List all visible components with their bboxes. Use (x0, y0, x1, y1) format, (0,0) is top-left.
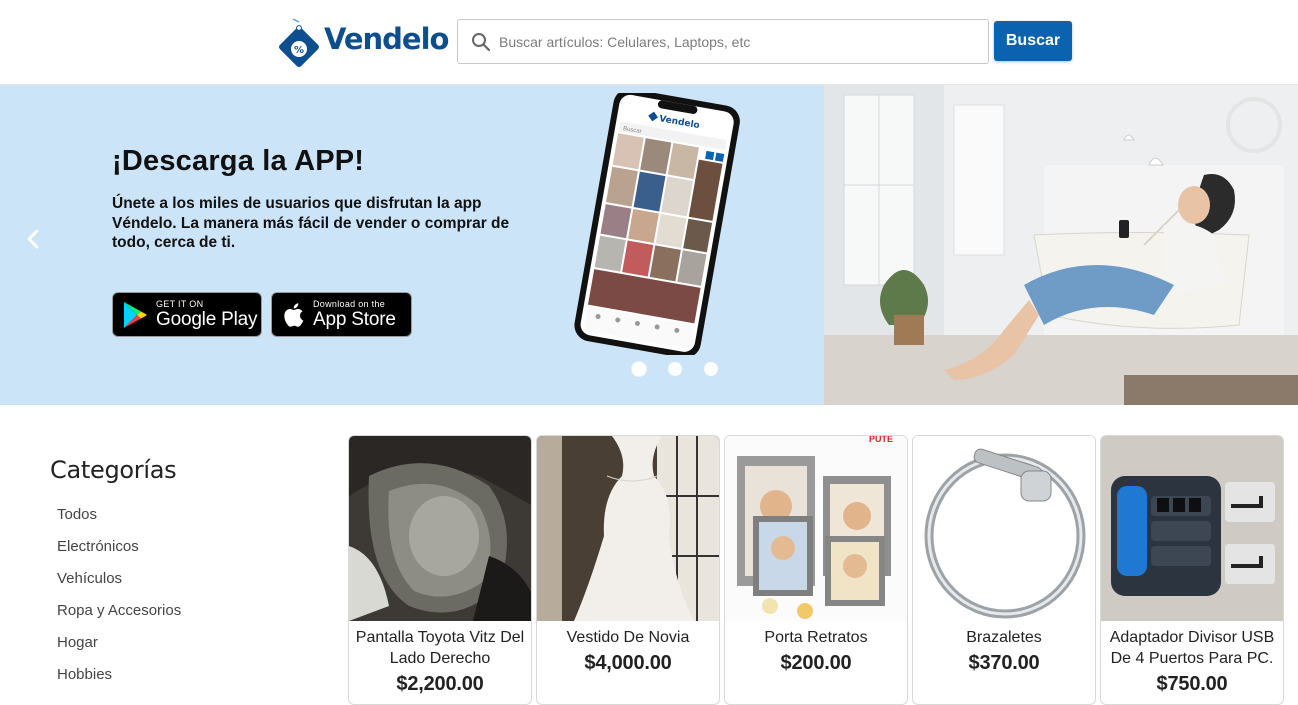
logo[interactable]: % Vendelo (276, 9, 449, 69)
categories-title: Categorías (50, 456, 177, 484)
woman-hammock-photo (824, 85, 1298, 405)
app-store-small: Download on the (313, 299, 386, 309)
product-card[interactable]: Vestido De Novia $4,000.00 (536, 435, 720, 705)
category-hogar[interactable]: Hogar (57, 632, 181, 664)
carousel-dot[interactable] (668, 362, 682, 376)
product-name: Pantalla Toyota Vitz Del Lado Derecho (355, 629, 525, 667)
search-icon (471, 32, 491, 52)
svg-text:PUTE: PUTE (869, 436, 893, 444)
price-tag-icon: % (276, 16, 322, 67)
category-hobbies[interactable]: Hobbies (57, 664, 181, 696)
product-image-photo-frames: PUTE (725, 436, 907, 621)
product-name: Vestido De Novia (566, 629, 690, 646)
carousel-dot[interactable] (704, 362, 718, 376)
app-store-button[interactable]: Download on the App Store (271, 292, 412, 337)
product-card[interactable]: Adaptador Divisor USB De 4 Puertos Para … (1100, 435, 1284, 705)
google-play-small: GET IT ON (156, 299, 204, 309)
carousel-indicators (632, 362, 718, 376)
search-bar (457, 19, 989, 64)
product-price: $2,200.00 (396, 673, 484, 695)
product-price: $200.00 (780, 652, 852, 674)
product-price: $750.00 (1156, 673, 1228, 695)
carousel-dot[interactable] (632, 362, 646, 376)
product-name: Brazaletes (966, 629, 1042, 646)
product-name: Porta Retratos (764, 629, 868, 646)
product-grid: Pantalla Toyota Vitz Del Lado Derecho $2… (348, 435, 1284, 705)
search-button[interactable]: Buscar (994, 21, 1072, 61)
category-electronicos[interactable]: Electrónicos (57, 536, 181, 568)
product-image-headlight (349, 436, 531, 621)
banner-title: ¡Descarga la APP! (112, 145, 365, 177)
carousel-prev-button[interactable] (22, 227, 44, 255)
product-price: $4,000.00 (584, 652, 672, 674)
category-todos[interactable]: Todos (57, 504, 181, 536)
category-ropa-accesorios[interactable]: Ropa y Accesorios (57, 600, 181, 632)
category-vehiculos[interactable]: Vehículos (57, 568, 181, 600)
phone-mockup-image: Vendelo Buscar (555, 88, 755, 358)
product-image-bracelet (913, 436, 1095, 621)
categories-list: Todos Electrónicos Vehículos Ropa y Acce… (57, 504, 181, 696)
svg-text:%: % (294, 45, 304, 56)
google-play-icon (122, 301, 148, 329)
apple-icon (282, 302, 304, 328)
product-image-usb-hub (1101, 436, 1283, 621)
site-header: % Vendelo Buscar (0, 0, 1298, 85)
product-price: $370.00 (968, 652, 1040, 674)
chevron-left-icon (27, 229, 39, 249)
google-play-big: Google Play (156, 309, 258, 330)
product-card[interactable]: PUTE Porta Retratos $200.00 (724, 435, 908, 705)
product-card[interactable]: Brazaletes $370.00 (912, 435, 1096, 705)
product-card[interactable]: Pantalla Toyota Vitz Del Lado Derecho $2… (348, 435, 532, 705)
promo-banner: ¡Descarga la APP! Únete a los miles de u… (0, 85, 1298, 405)
logo-text: Vendelo (324, 22, 449, 56)
search-input[interactable] (499, 26, 969, 57)
app-store-big: App Store (313, 309, 396, 330)
banner-description: Únete a los miles de usuarios que disfru… (112, 195, 510, 251)
google-play-button[interactable]: GET IT ON Google Play (112, 292, 262, 337)
product-image-wedding-dress (537, 436, 719, 621)
product-name: Adaptador Divisor USB De 4 Puertos Para … (1109, 629, 1275, 667)
